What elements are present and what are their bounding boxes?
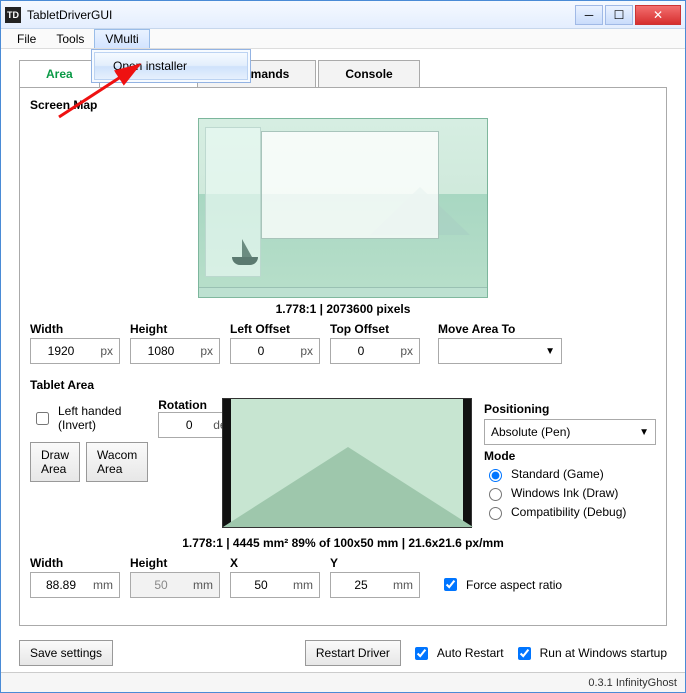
app-window: TD TabletDriverGUI ─ ☐ ✕ File Tools VMul… xyxy=(0,0,686,693)
top-offset-label: Top Offset xyxy=(330,322,420,336)
minimize-button[interactable]: ─ xyxy=(575,5,603,25)
tablet-height-label: Height xyxy=(130,556,220,570)
tablet-area-fields: Width mm Height mm X xyxy=(30,556,656,598)
window-controls: ─ ☐ ✕ xyxy=(573,5,681,25)
positioning-select[interactable]: Absolute (Pen) ▼ xyxy=(484,419,656,445)
screen-map-info: 1.778:1 | 2073600 pixels xyxy=(30,302,656,316)
vmulti-dropdown: Open installer xyxy=(91,49,251,83)
screen-width-input[interactable]: px xyxy=(30,338,120,364)
screen-height-input[interactable]: px xyxy=(130,338,220,364)
move-area-label: Move Area To xyxy=(438,322,562,336)
screen-map-preview[interactable] xyxy=(198,118,488,298)
left-offset-input[interactable]: px xyxy=(230,338,320,364)
mode-windows-ink-radio[interactable]: Windows Ink (Draw) xyxy=(484,485,656,501)
wacom-area-button[interactable]: Wacom Area xyxy=(86,442,148,482)
version-text: 0.3.1 InfinityGhost xyxy=(588,677,677,689)
menu-tools[interactable]: Tools xyxy=(46,29,94,48)
restart-driver-button[interactable]: Restart Driver xyxy=(305,640,401,666)
tablet-area-preview[interactable] xyxy=(222,398,472,528)
titlebar: TD TabletDriverGUI ─ ☐ ✕ xyxy=(1,1,685,29)
run-startup-check[interactable]: Run at Windows startup xyxy=(514,644,667,663)
mode-compat-radio[interactable]: Compatibility (Debug) xyxy=(484,504,656,520)
chevron-down-icon: ▼ xyxy=(545,346,555,357)
tab-console[interactable]: Console xyxy=(318,60,419,87)
screen-map-fields: Width px Height px Left Offset px xyxy=(30,322,656,364)
chevron-down-icon: ▼ xyxy=(639,427,649,438)
tablet-y-label: Y xyxy=(330,556,420,570)
left-offset-label: Left Offset xyxy=(230,322,320,336)
screen-map-title: Screen Map xyxy=(30,98,656,112)
menu-file[interactable]: File xyxy=(7,29,46,48)
mode-standard-radio[interactable]: Standard (Game) xyxy=(484,466,656,482)
tablet-x-input[interactable]: mm xyxy=(230,572,320,598)
menu-vmulti[interactable]: VMulti xyxy=(94,29,149,48)
tablet-area-title: Tablet Area xyxy=(30,378,656,392)
tablet-x-label: X xyxy=(230,556,320,570)
close-button[interactable]: ✕ xyxy=(635,5,681,25)
tablet-height-input: mm xyxy=(130,572,220,598)
window-title: TabletDriverGUI xyxy=(27,8,112,22)
area-tab-content: Screen Map 1.778:1 | 2073600 pixels Widt… xyxy=(19,87,667,626)
left-handed-check[interactable]: Left handed (Invert) xyxy=(32,404,148,432)
height-label: Height xyxy=(130,322,220,336)
menubar: File Tools VMulti xyxy=(1,29,685,49)
open-installer-item[interactable]: Open installer xyxy=(94,52,248,80)
tablet-y-input[interactable]: mm xyxy=(330,572,420,598)
positioning-label: Positioning xyxy=(484,402,656,416)
tab-area[interactable]: Area xyxy=(19,60,100,88)
mode-label: Mode xyxy=(484,449,656,463)
tablet-width-label: Width xyxy=(30,556,120,570)
force-aspect-check[interactable]: Force aspect ratio xyxy=(440,575,562,594)
tablet-area-info: 1.778:1 | 4445 mm² 89% of 100x50 mm | 21… xyxy=(30,536,656,550)
tablet-width-input[interactable]: mm xyxy=(30,572,120,598)
draw-area-button[interactable]: Draw Area xyxy=(30,442,80,482)
maximize-button[interactable]: ☐ xyxy=(605,5,633,25)
bottom-bar: Save settings Restart Driver Auto Restar… xyxy=(1,634,685,672)
width-label: Width xyxy=(30,322,120,336)
save-settings-button[interactable]: Save settings xyxy=(19,640,113,666)
auto-restart-check[interactable]: Auto Restart xyxy=(411,644,504,663)
app-icon: TD xyxy=(5,7,21,23)
status-bar: 0.3.1 InfinityGhost xyxy=(1,672,685,692)
top-offset-input[interactable]: px xyxy=(330,338,420,364)
move-area-select[interactable]: ▼ xyxy=(438,338,562,364)
